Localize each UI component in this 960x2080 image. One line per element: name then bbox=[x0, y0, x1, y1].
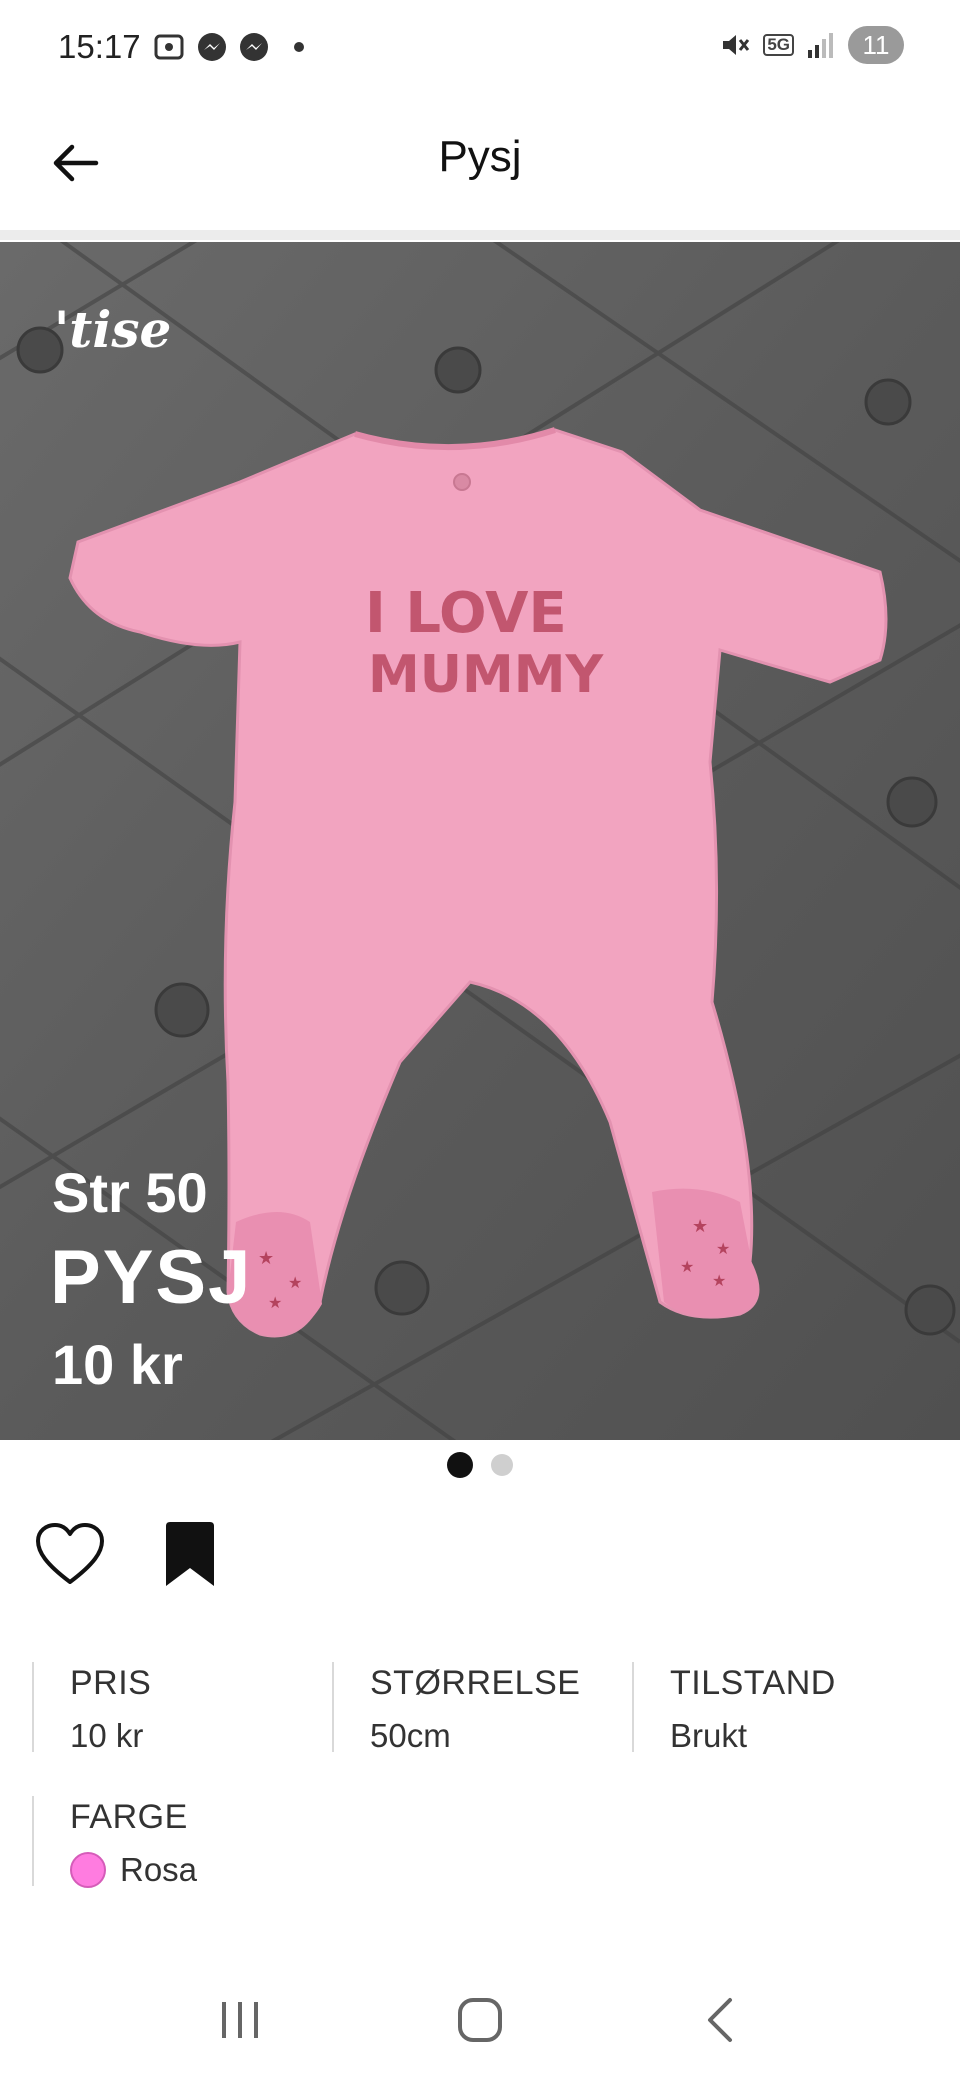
detail-color: FARGE Rosa bbox=[32, 1796, 352, 1889]
detail-value: Brukt bbox=[670, 1717, 748, 1754]
home-button[interactable] bbox=[440, 1980, 520, 2060]
carousel-indicator bbox=[0, 1452, 960, 1478]
details-row: PRIS 10 kr STØRRELSE 50cm TILSTAND Brukt bbox=[32, 1662, 932, 1754]
color-swatch bbox=[70, 1852, 106, 1888]
app-header: Pysj bbox=[0, 96, 960, 230]
status-system-icons: 5G 11 bbox=[719, 26, 904, 64]
system-nav-bar bbox=[0, 1960, 960, 2080]
garment-print-line1: I LOVE bbox=[365, 581, 567, 646]
detail-label: TILSTAND bbox=[670, 1664, 836, 1702]
detail-value: 50cm bbox=[370, 1717, 451, 1754]
listing-actions bbox=[32, 1516, 228, 1592]
save-button[interactable] bbox=[152, 1516, 228, 1592]
overlay-name: PYSJ bbox=[50, 1235, 253, 1320]
notification-count-badge: 11 bbox=[848, 26, 904, 64]
detail-value: 10 kr bbox=[70, 1717, 144, 1754]
product-image-carousel[interactable]: ★ ★ ★ ★ ★ ★ ★ I LOVE MUMMY 'tise Str 50 … bbox=[0, 242, 960, 1440]
svg-text:★: ★ bbox=[288, 1273, 302, 1292]
detail-size: STØRRELSE 50cm bbox=[332, 1662, 632, 1754]
garment-print-line2: MUMMY bbox=[368, 645, 604, 705]
svg-text:★: ★ bbox=[258, 1248, 274, 1269]
brand-watermark: 'tise bbox=[54, 300, 172, 359]
svg-text:★: ★ bbox=[716, 1239, 730, 1258]
color-name: Rosa bbox=[120, 1851, 198, 1888]
recent-apps-button[interactable] bbox=[200, 1980, 280, 2060]
status-time: 15:17 bbox=[58, 28, 141, 65]
detail-label: FARGE bbox=[70, 1798, 188, 1836]
recent-apps-icon bbox=[222, 2002, 258, 2038]
details-row: FARGE Rosa bbox=[32, 1796, 932, 1889]
detail-price: PRIS 10 kr bbox=[32, 1662, 332, 1754]
home-icon bbox=[458, 1998, 502, 2042]
svg-text:★: ★ bbox=[712, 1271, 726, 1290]
signal-icon bbox=[808, 33, 833, 58]
screenshot-icon bbox=[154, 34, 184, 60]
overlay-price: 10 kr bbox=[52, 1333, 183, 1396]
overlay-size: Str 50 bbox=[52, 1161, 208, 1224]
page-title: Pysj bbox=[438, 132, 522, 181]
detail-label: STØRRELSE bbox=[370, 1664, 581, 1702]
nav-back-button[interactable] bbox=[680, 1980, 760, 2060]
heart-outline-icon bbox=[36, 1523, 104, 1584]
mute-icon bbox=[723, 35, 750, 55]
header-divider bbox=[0, 230, 960, 240]
listing-details: PRIS 10 kr STØRRELSE 50cm TILSTAND Brukt… bbox=[32, 1662, 932, 1930]
more-notifications-icon bbox=[294, 42, 304, 52]
svg-text:★: ★ bbox=[680, 1257, 694, 1276]
status-notification-icons bbox=[152, 30, 304, 64]
like-button[interactable] bbox=[32, 1516, 108, 1592]
carousel-dot-active[interactable] bbox=[447, 1452, 473, 1478]
messenger-icon bbox=[240, 33, 268, 61]
detail-value: Rosa bbox=[70, 1851, 352, 1889]
detail-label: PRIS bbox=[70, 1664, 152, 1702]
svg-text:★: ★ bbox=[268, 1293, 282, 1312]
svg-text:★: ★ bbox=[692, 1216, 708, 1237]
network-5g-icon: 5G bbox=[763, 34, 794, 56]
messenger-icon bbox=[198, 33, 226, 61]
chevron-left-icon bbox=[708, 1998, 732, 2042]
bookmark-icon bbox=[166, 1522, 214, 1586]
detail-condition: TILSTAND Brukt bbox=[632, 1662, 932, 1754]
carousel-dot[interactable] bbox=[491, 1454, 513, 1476]
status-bar: 15:17 5G 11 bbox=[0, 0, 960, 96]
